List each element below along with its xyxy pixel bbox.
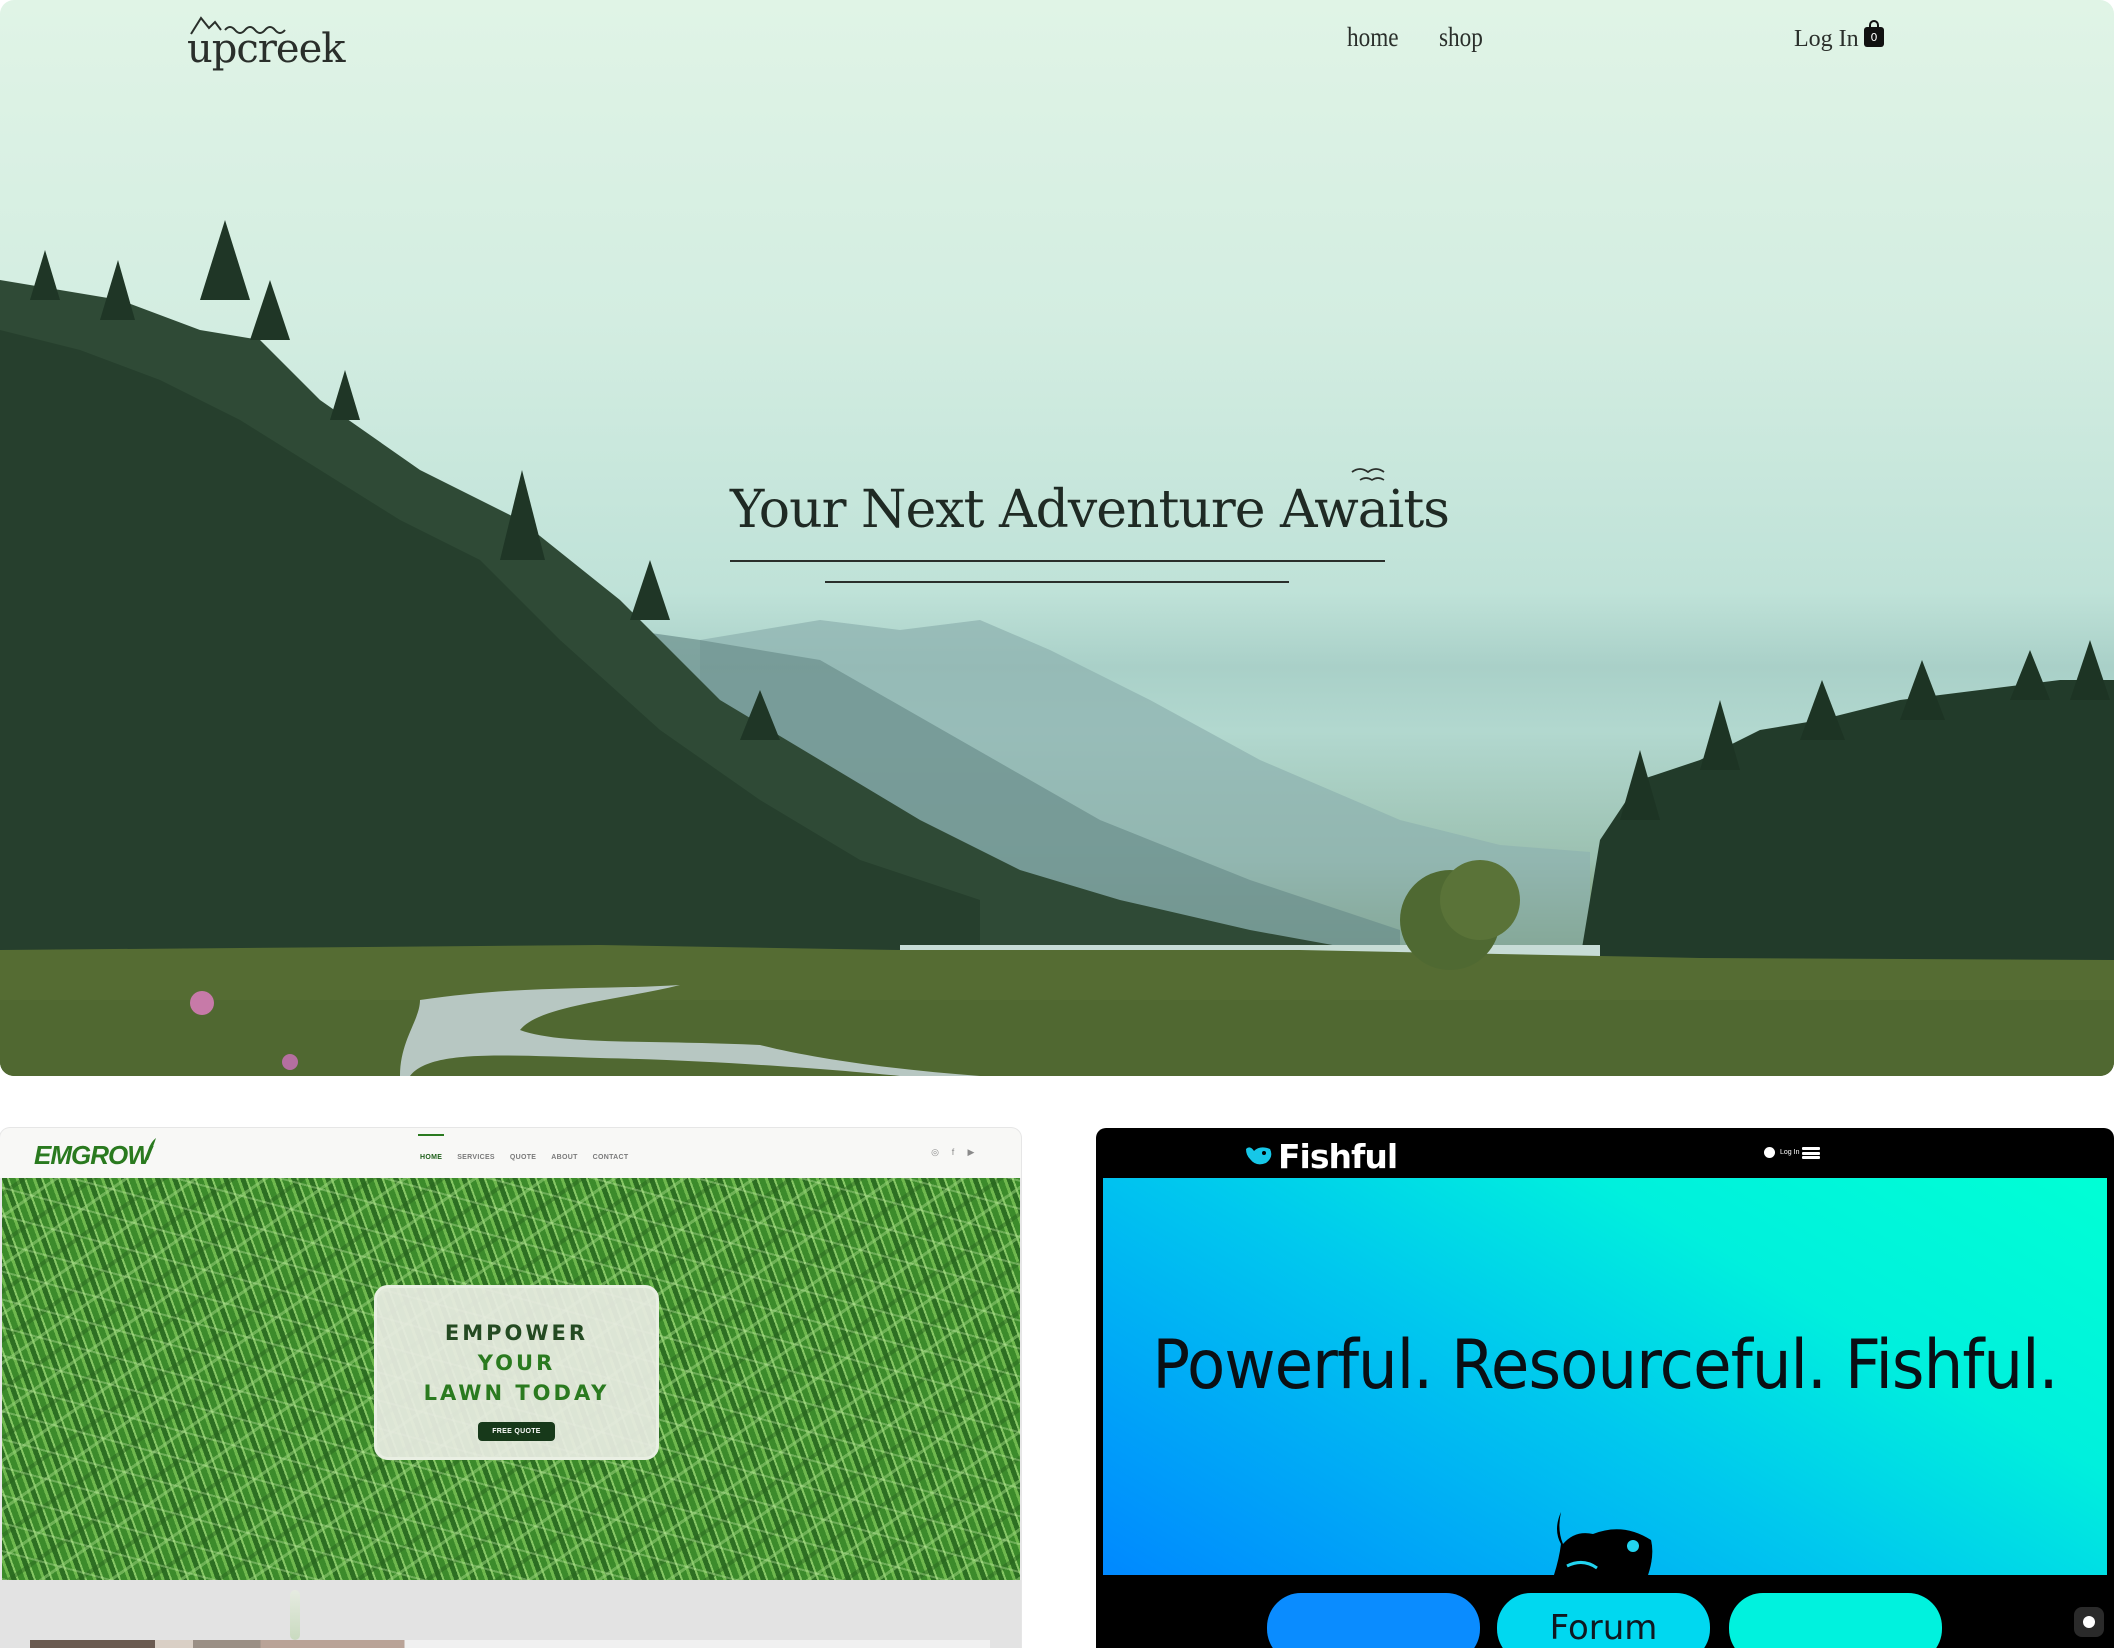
emgrow-header: EMGROW HOME SERVICES QUOTE ABOUT CONTACT…	[0, 1128, 1021, 1178]
feature-button-3[interactable]	[1729, 1593, 1942, 1648]
cart-count: 0	[1870, 31, 1878, 44]
upcreek-logo[interactable]: upcreek	[187, 14, 345, 72]
hero-headline: Powerful. Resourceful. Fishful.	[1152, 1326, 2058, 1405]
logo-text: EMGROW	[34, 1140, 152, 1170]
headline-underline-short	[825, 581, 1289, 583]
fishful-logo[interactable]: Fishful	[1244, 1136, 1398, 1176]
emgrow-next-section	[0, 1580, 1021, 1648]
free-quote-button[interactable]: FREE QUOTE	[478, 1422, 555, 1441]
nav-link-shop[interactable]: shop	[1439, 22, 1483, 53]
hamburger-menu-icon[interactable]	[1802, 1147, 1820, 1159]
chat-button[interactable]	[2074, 1607, 2104, 1637]
login-label: Log In	[1780, 1149, 1800, 1156]
youtube-icon[interactable]: ▶	[966, 1147, 976, 1157]
login-button[interactable]: Log In	[1764, 1147, 1799, 1158]
chat-bubble-icon	[2083, 1616, 2095, 1628]
upcreek-site-preview: upcreek home shop Log In 0 Your Next Adv…	[0, 0, 2114, 1076]
emgrow-nav: HOME SERVICES QUOTE ABOUT CONTACT	[417, 1128, 629, 1178]
hero-headline: Your Next Adventure Awaits	[730, 480, 1450, 540]
nav-link-services[interactable]: SERVICES	[457, 1146, 495, 1161]
emgrow-hero-card: EMPOWER YOUR LAWN TODAY FREE QUOTE	[374, 1285, 659, 1460]
fish-mascot-icon	[1553, 1512, 1653, 1575]
title-line-3: LAWN TODAY	[423, 1381, 610, 1405]
fishful-site-preview: Fishful Log In Powerful. Resourceful. Fi…	[1096, 1128, 2114, 1648]
nav-link-quote[interactable]: QUOTE	[510, 1146, 536, 1161]
emgrow-logo[interactable]: EMGROW	[34, 1138, 156, 1171]
hero-card-title: EMPOWER YOUR LAWN TODAY	[377, 1318, 656, 1408]
login-link[interactable]: Log In	[1794, 26, 1859, 53]
grass-blade-decoration	[290, 1590, 300, 1640]
leaf-icon	[146, 1138, 156, 1160]
instagram-icon[interactable]: ◎	[930, 1147, 940, 1157]
title-line-1: EMPOWER	[444, 1321, 589, 1345]
fish-logo-icon	[1246, 1147, 1272, 1165]
nav-link-contact[interactable]: CONTACT	[593, 1146, 629, 1161]
title-line-2: YOUR	[477, 1351, 556, 1375]
logo-text: Fishful	[1278, 1136, 1398, 1176]
hero-headline-block: Your Next Adventure Awaits	[730, 480, 1450, 540]
main-nav: home shop	[1347, 22, 1490, 53]
nav-link-home[interactable]: HOME	[417, 1133, 445, 1161]
image-strip	[30, 1640, 990, 1648]
fishful-hero: Powerful. Resourceful. Fishful.	[1103, 1178, 2107, 1575]
user-avatar-icon	[1764, 1147, 1775, 1158]
social-links: ◎ f ▶	[930, 1147, 976, 1157]
nav-link-home[interactable]: home	[1347, 22, 1399, 53]
cart-button[interactable]: 0	[1864, 19, 1886, 47]
facebook-icon[interactable]: f	[948, 1147, 958, 1157]
feature-button-1[interactable]	[1267, 1593, 1480, 1648]
nav-link-about[interactable]: ABOUT	[551, 1146, 577, 1161]
forum-button[interactable]: Forum	[1497, 1593, 1710, 1648]
logo-text: upcreek	[187, 26, 345, 72]
headline-underline	[730, 560, 1385, 562]
